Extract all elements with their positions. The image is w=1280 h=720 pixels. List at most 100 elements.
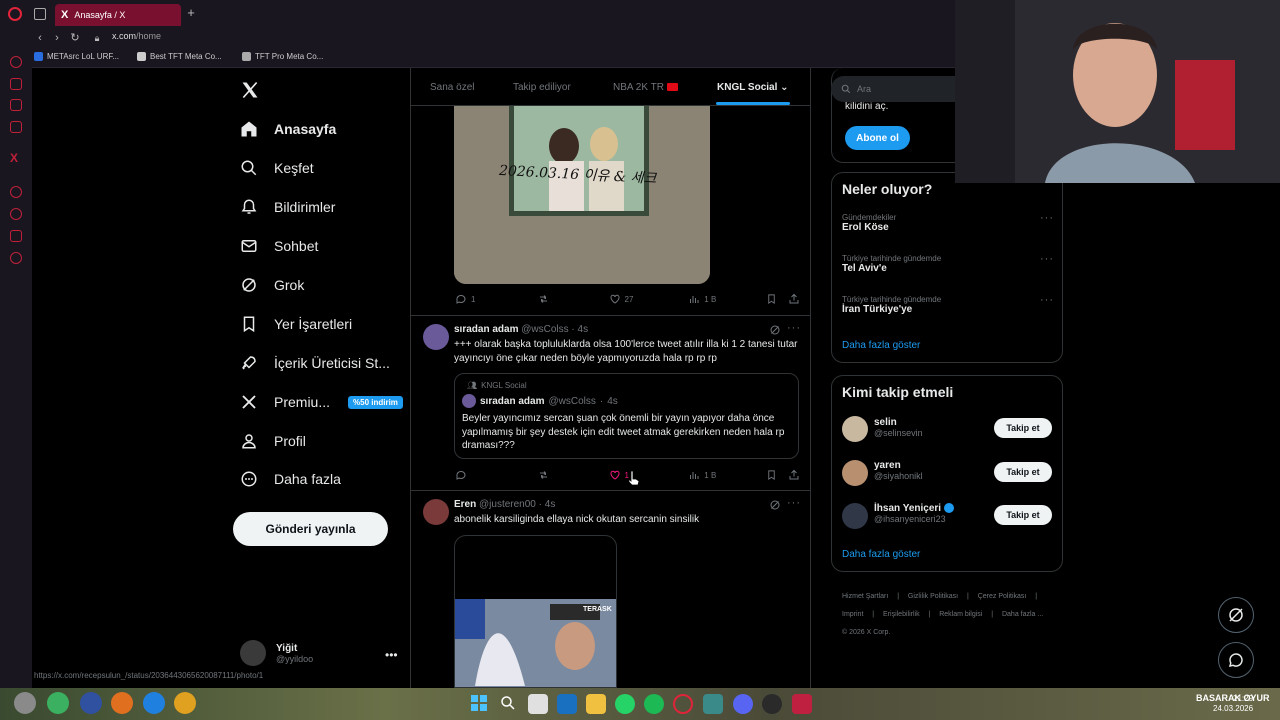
reply-button[interactable]	[455, 469, 537, 481]
taskbar-discord-icon[interactable]	[733, 694, 753, 714]
share-button[interactable]	[788, 293, 800, 305]
tweet-time[interactable]: 4s	[545, 499, 556, 510]
url-field[interactable]: x.com/home	[112, 31, 161, 41]
back-icon[interactable]: ‹	[33, 31, 47, 45]
grok-fab-button[interactable]	[1218, 597, 1254, 633]
taskbar-explorer-icon[interactable]	[586, 694, 606, 714]
taskbar-store-icon[interactable]	[528, 694, 548, 714]
tweet-video[interactable]: TERASK	[454, 535, 617, 688]
bookmark-button[interactable]	[766, 293, 788, 305]
follow-user[interactable]: selin @selinsevin	[874, 417, 923, 438]
browser-tab-home[interactable]: X Anasayfa / X	[55, 4, 181, 26]
taskbar-drop-app-icon[interactable]	[143, 692, 165, 714]
nav-premium[interactable]: Premiu... %50 indirim	[240, 393, 403, 411]
taskbar-stack-app-icon[interactable]	[111, 692, 133, 714]
author-handle[interactable]: @justeren00	[479, 499, 536, 510]
taskbar-app-icon[interactable]	[703, 694, 723, 714]
like-button[interactable]: 1	[609, 469, 689, 481]
player-icon[interactable]	[10, 186, 22, 198]
grok-tweet-icon[interactable]	[769, 499, 781, 511]
avatar[interactable]	[842, 503, 868, 529]
tab-following[interactable]: Takip ediliyor	[513, 82, 571, 93]
forward-icon[interactable]: ›	[50, 31, 64, 45]
reply-button[interactable]: 1	[455, 293, 537, 305]
bookmark-1[interactable]: METAsrc LoL URF...	[34, 52, 119, 61]
reload-icon[interactable]: ↻	[68, 31, 82, 45]
follow-button[interactable]: Takip et	[994, 418, 1052, 438]
x-sidebar-icon[interactable]: X	[10, 151, 18, 165]
author-handle[interactable]: @wsColss	[521, 324, 568, 335]
retweet-button[interactable]	[537, 469, 609, 481]
footer-link[interactable]: Erişilebilirlik	[883, 611, 920, 618]
follow-button[interactable]: Takip et	[994, 505, 1052, 525]
footer-link[interactable]: Reklam bilgisi	[939, 611, 982, 618]
tweet-time[interactable]: 4s	[578, 324, 589, 335]
aria-icon[interactable]	[10, 56, 22, 68]
follow-user[interactable]: yaren @siyahonikl	[874, 460, 923, 481]
nav-grok[interactable]: Grok	[240, 276, 304, 294]
tweet-more-icon[interactable]: ···	[787, 322, 801, 334]
trend-item[interactable]: Gündemdekiler Erol Köse	[842, 213, 896, 233]
x-logo-icon[interactable]	[240, 80, 260, 100]
messenger-icon[interactable]	[10, 78, 22, 90]
show-more-trends-link[interactable]: Daha fazla göster	[842, 340, 920, 351]
avatar[interactable]	[423, 324, 449, 350]
taskbar-shield-app-icon[interactable]	[80, 692, 102, 714]
taskbar-whatsapp-icon[interactable]	[615, 694, 635, 714]
new-tab-button[interactable]: +	[184, 6, 198, 20]
views-button[interactable]: 1 B	[688, 469, 766, 481]
tab-kngl-social[interactable]: KNGL Social ⌄	[717, 82, 789, 93]
search-input[interactable]: Ara	[831, 76, 955, 102]
taskbar-leaf-app-icon[interactable]	[174, 692, 196, 714]
footer-link[interactable]: Gizlilik Politikası	[908, 593, 958, 600]
nav-creator-studio[interactable]: İçerik Üreticisi St...	[240, 354, 390, 372]
tweet-photo[interactable]: 2026.03.16 이유 & 세크	[454, 106, 710, 284]
trend-item[interactable]: Türkiye tarihinde gündemde İran Türkiye'…	[842, 295, 941, 315]
nav-explore[interactable]: Keşfet	[240, 159, 314, 177]
bookmark-2[interactable]: Best TFT Meta Co...	[137, 52, 222, 61]
author-name[interactable]: sıradan adam	[454, 324, 518, 335]
tab-for-you[interactable]: Sana özel	[430, 82, 474, 93]
taskbar-obs-icon[interactable]	[762, 694, 782, 714]
show-more-follow-link[interactable]: Daha fazla göster	[842, 549, 920, 560]
nav-notifications[interactable]: Bildirimler	[240, 198, 335, 216]
nav-messages[interactable]: Sohbet	[240, 237, 318, 255]
instagram-icon[interactable]	[10, 121, 22, 133]
footer-link[interactable]: Hizmet Şartları	[842, 593, 888, 600]
avatar[interactable]	[423, 499, 449, 525]
follow-user[interactable]: İhsan Yeniçeri @ihsanyeniceri23	[874, 503, 954, 524]
taskbar-app-red-icon[interactable]	[792, 694, 812, 714]
taskbar-outlook-icon[interactable]	[557, 694, 577, 714]
post-button[interactable]: Gönderi yayınla	[233, 512, 388, 546]
bookmark-button[interactable]	[766, 469, 788, 481]
footer-link[interactable]: Imprint	[842, 611, 863, 618]
subscribe-button[interactable]: Abone ol	[845, 126, 910, 150]
views-button[interactable]: 1 B	[688, 293, 766, 305]
nav-home[interactable]: Anasayfa	[240, 120, 336, 138]
taskbar-search-icon[interactable]	[499, 694, 519, 714]
avatar[interactable]	[842, 416, 868, 442]
tab-islands-icon[interactable]	[34, 8, 46, 20]
settings-icon[interactable]	[10, 252, 22, 264]
tweet-more-icon[interactable]: ···	[787, 497, 801, 509]
trend-more-icon[interactable]: ···	[1040, 212, 1054, 224]
bookmark-3[interactable]: TFT Pro Meta Co...	[242, 52, 323, 61]
system-clock[interactable]: 21:29 24.03.2026	[1213, 694, 1253, 714]
chat-icon[interactable]	[10, 99, 22, 111]
trend-item[interactable]: Türkiye tarihinde gündemde Tel Aviv'e	[842, 254, 941, 274]
author-name[interactable]: Eren	[454, 499, 476, 510]
trend-more-icon[interactable]: ···	[1040, 294, 1054, 306]
like-button[interactable]: 27	[609, 293, 689, 305]
taskbar-spotify-icon[interactable]	[644, 694, 664, 714]
account-more-icon[interactable]: •••	[385, 648, 398, 662]
windows-start-icon[interactable]	[470, 694, 490, 714]
taskbar-widget-icon[interactable]	[14, 692, 36, 714]
follow-button[interactable]: Takip et	[994, 462, 1052, 482]
lock-icon[interactable]: 🔒︎	[90, 31, 104, 45]
avatar[interactable]	[842, 460, 868, 486]
footer-more-link[interactable]: Daha fazla ...	[1002, 611, 1043, 618]
share-button[interactable]	[788, 469, 800, 481]
nav-more[interactable]: Daha fazla	[240, 470, 341, 488]
tab-nba2k-tr[interactable]: NBA 2K TR	[613, 82, 678, 93]
extensions-icon[interactable]	[10, 230, 22, 242]
